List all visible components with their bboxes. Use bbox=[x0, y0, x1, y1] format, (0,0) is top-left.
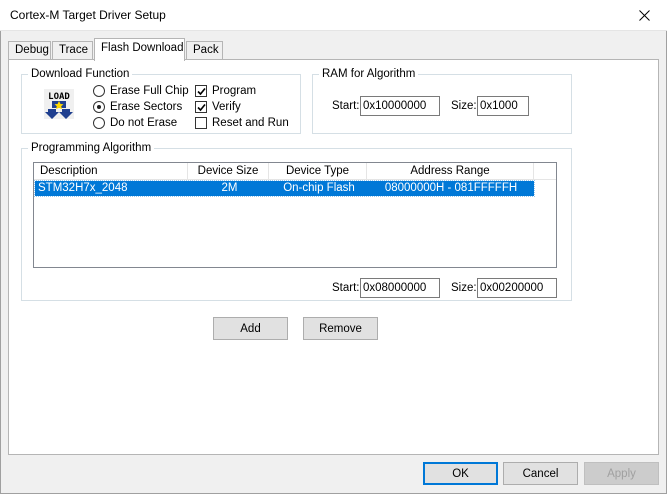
radio-label: Erase Sectors bbox=[110, 101, 183, 113]
close-button[interactable] bbox=[621, 0, 667, 31]
checkbox-indicator bbox=[195, 117, 207, 129]
title-bar: Cortex-M Target Driver Setup bbox=[0, 0, 667, 31]
window-title: Cortex-M Target Driver Setup bbox=[10, 8, 166, 22]
erase-sectors-radio[interactable]: Erase Sectors bbox=[93, 100, 182, 114]
reset-and-run-checkbox[interactable]: Reset and Run bbox=[195, 116, 289, 130]
column-header-filler bbox=[534, 163, 556, 180]
tab-pack[interactable]: Pack bbox=[186, 41, 223, 60]
checkbox-label: Program bbox=[212, 85, 257, 97]
tab-flash-download[interactable]: Flash Download bbox=[94, 38, 185, 61]
checkbox-label: Reset and Run bbox=[212, 117, 289, 129]
button-label: Remove bbox=[319, 322, 362, 335]
group-title: Download Function bbox=[28, 67, 133, 81]
do-not-erase-radio[interactable]: Do not Erase bbox=[93, 116, 177, 130]
tab-label: Flash Download bbox=[101, 42, 184, 54]
radio-label: Erase Full Chip bbox=[110, 85, 189, 97]
checkbox-indicator bbox=[195, 101, 207, 113]
program-checkbox[interactable]: Program bbox=[195, 84, 256, 98]
list-header: Description Device Size Device Type Addr… bbox=[34, 163, 556, 180]
algo-size-input[interactable]: 0x00200000 bbox=[477, 278, 557, 298]
tab-trace[interactable]: Trace bbox=[52, 41, 93, 60]
ram-start-label: Start: bbox=[332, 100, 360, 112]
checkbox-label: Verify bbox=[212, 101, 241, 113]
checkbox-indicator bbox=[195, 85, 207, 97]
radio-indicator bbox=[93, 101, 105, 113]
cell-device-size: 2M bbox=[221, 182, 238, 194]
column-header-description[interactable]: Description bbox=[34, 163, 188, 180]
algorithm-list[interactable]: Description Device Size Device Type Addr… bbox=[33, 162, 557, 268]
tab-label: Trace bbox=[59, 44, 88, 56]
column-header-device-type[interactable]: Device Type bbox=[269, 163, 367, 180]
close-icon bbox=[638, 10, 650, 21]
group-title: Programming Algorithm bbox=[28, 141, 155, 155]
add-button[interactable]: Add bbox=[213, 317, 288, 340]
cancel-button[interactable]: Cancel bbox=[503, 462, 578, 485]
algo-size-label: Size: bbox=[451, 282, 477, 294]
ram-start-input[interactable]: 0x10000000 bbox=[360, 96, 440, 116]
ok-button[interactable]: OK bbox=[423, 462, 498, 485]
button-label: Apply bbox=[607, 467, 636, 480]
column-header-device-size[interactable]: Device Size bbox=[188, 163, 269, 180]
button-label: Add bbox=[240, 322, 261, 335]
table-row[interactable]: STM32H7x_2048 2M On-chip Flash 08000000H… bbox=[34, 180, 535, 197]
radio-indicator bbox=[93, 85, 105, 97]
remove-button[interactable]: Remove bbox=[303, 317, 378, 340]
button-label: Cancel bbox=[522, 467, 559, 480]
group-title: RAM for Algorithm bbox=[319, 67, 419, 81]
flash-download-page: Download Function LOAD Erase Full Chip E… bbox=[8, 59, 659, 455]
algo-start-label: Start: bbox=[332, 282, 360, 294]
tab-label: Debug bbox=[15, 44, 49, 56]
algo-start-input[interactable]: 0x08000000 bbox=[360, 278, 440, 298]
cell-address-range: 08000000H - 081FFFFFH bbox=[384, 182, 518, 194]
ram-size-input[interactable]: 0x1000 bbox=[477, 96, 529, 116]
tab-label: Pack bbox=[193, 44, 219, 56]
button-label: OK bbox=[452, 467, 469, 480]
cell-device-type: On-chip Flash bbox=[283, 182, 355, 194]
radio-label: Do not Erase bbox=[110, 117, 178, 129]
checkmark-icon bbox=[197, 87, 206, 96]
load-icon: LOAD bbox=[44, 89, 74, 119]
tab-debug[interactable]: Debug bbox=[8, 41, 51, 60]
verify-checkbox[interactable]: Verify bbox=[195, 100, 241, 114]
radio-indicator bbox=[93, 117, 105, 129]
erase-full-chip-radio[interactable]: Erase Full Chip bbox=[93, 84, 189, 98]
column-header-address-range[interactable]: Address Range bbox=[367, 163, 534, 180]
checkmark-icon bbox=[197, 103, 206, 112]
apply-button[interactable]: Apply bbox=[584, 462, 659, 485]
load-icon-text: LOAD bbox=[48, 92, 70, 102]
cell-description: STM32H7x_2048 bbox=[38, 182, 128, 194]
ram-size-label: Size: bbox=[451, 100, 477, 112]
